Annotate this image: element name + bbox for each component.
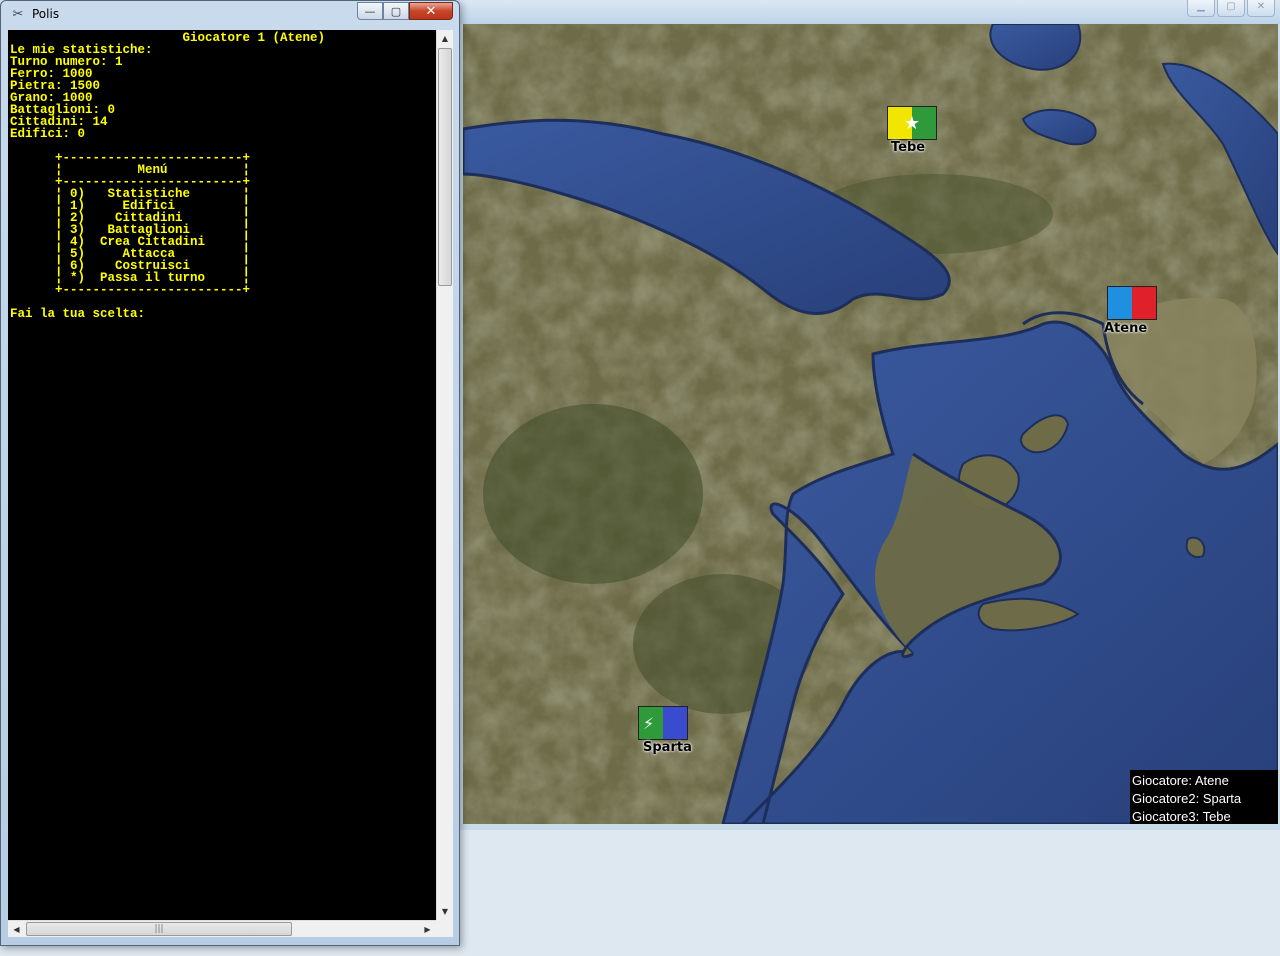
console-text: Giocatore 1 (Atene) Le mie statistiche: … — [8, 30, 436, 321]
app-icon[interactable]: ✂ — [10, 7, 26, 23]
map-window: ▁ ▢ ✕ ★ Tebe Atene ⚡ Sparta Giocatore: A… — [455, 0, 1280, 830]
star-icon: ★ — [903, 112, 921, 134]
console-output[interactable]: Giocatore 1 (Atene) Le mie statistiche: … — [8, 30, 436, 920]
player-entry: Giocatore3: Tebe — [1132, 809, 1231, 824]
stat-line: Edifici: 0 — [10, 127, 86, 141]
window-title: Polis — [32, 7, 60, 21]
map-window-titlebar[interactable]: ▁ ▢ ✕ — [456, 0, 1280, 24]
city-label-sparta: Sparta — [643, 740, 692, 755]
city-label-atene: Atene — [1104, 321, 1148, 336]
flag-sparta[interactable]: ⚡ — [638, 706, 688, 740]
city-label-tebe: Tebe — [891, 140, 926, 155]
flag-tebe[interactable]: ★ — [887, 106, 937, 140]
menu-box: +------------------------+ ¦ Menú ¦ +---… — [55, 151, 251, 297]
close-button[interactable]: ✕ — [409, 2, 453, 20]
scroll-left-icon[interactable]: ◀ — [8, 921, 25, 938]
minimize-button[interactable]: — — [357, 2, 383, 20]
map-close-button[interactable]: ✕ — [1247, 0, 1275, 17]
map-canvas[interactable]: ★ Tebe Atene ⚡ Sparta Giocatore: Atene G… — [463, 24, 1278, 824]
lightning-icon: ⚡ — [643, 713, 655, 733]
console-window: ✂ Polis — ▢ ✕ Giocatore 1 (Atene) Le mie… — [0, 0, 460, 946]
players-legend: Giocatore: Atene Giocatore2: Sparta Gioc… — [1130, 770, 1278, 824]
vertical-scroll-thumb[interactable] — [438, 48, 452, 286]
map-minimize-button[interactable]: ▁ — [1187, 0, 1215, 17]
scroll-up-icon[interactable]: ▲ — [437, 30, 453, 47]
maximize-button[interactable]: ▢ — [383, 2, 409, 20]
scroll-down-icon[interactable]: ▼ — [437, 903, 453, 920]
scroll-right-icon[interactable]: ▶ — [419, 921, 436, 938]
vertical-scrollbar[interactable]: ▲ ▼ — [436, 30, 453, 920]
satellite-map — [463, 24, 1278, 824]
map-maximize-button[interactable]: ▢ — [1217, 0, 1245, 17]
horizontal-scrollbar[interactable]: ◀ ||| ▶ — [8, 920, 436, 937]
console-titlebar[interactable]: ✂ Polis — ▢ ✕ — [1, 1, 459, 29]
flag-atene[interactable] — [1107, 286, 1157, 320]
player-entry: Giocatore: Atene — [1132, 773, 1229, 788]
horizontal-scroll-thumb[interactable]: ||| — [26, 922, 292, 936]
scrollbar-corner — [436, 920, 453, 937]
choice-prompt: Fai la tua scelta: — [10, 307, 146, 321]
player-entry: Giocatore2: Sparta — [1132, 791, 1242, 806]
